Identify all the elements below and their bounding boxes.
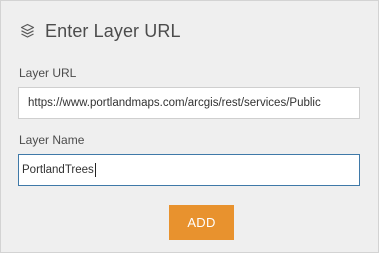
layer-url-value: https://www.portlandmaps.com/arcgis/rest… [28, 97, 321, 109]
layer-name-label: Layer Name [19, 133, 85, 147]
layer-name-value: PortlandTrees [22, 163, 96, 177]
layer-name-input[interactable]: PortlandTrees [18, 154, 360, 186]
layer-url-label: Layer URL [19, 66, 77, 80]
layer-url-input[interactable]: https://www.portlandmaps.com/arcgis/rest… [18, 87, 360, 119]
enter-layer-url-panel: Enter Layer URL Layer URL https://www.po… [0, 0, 379, 253]
layers-icon [18, 22, 36, 40]
add-button[interactable]: ADD [169, 205, 234, 240]
panel-header: Enter Layer URL [18, 19, 181, 43]
panel-title: Enter Layer URL [45, 20, 181, 41]
